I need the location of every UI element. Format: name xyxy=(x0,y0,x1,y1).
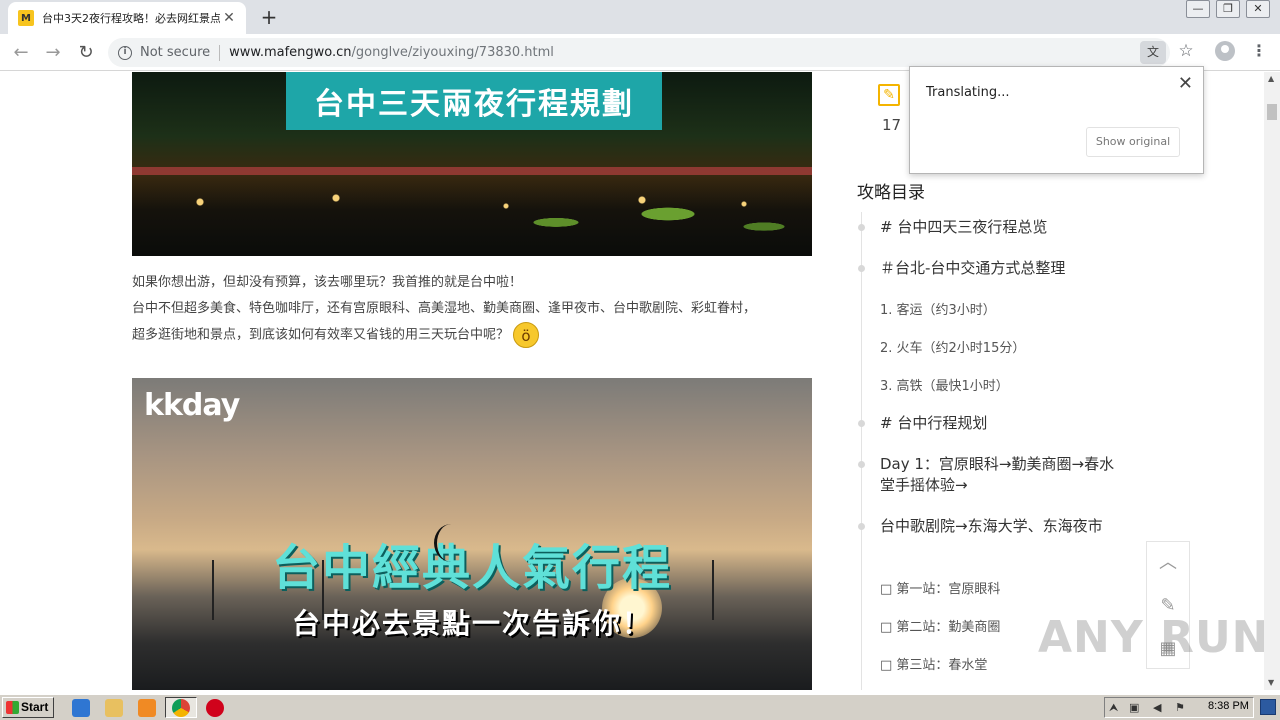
tab-close-icon[interactable]: ✕ xyxy=(220,9,238,27)
start-button[interactable]: Start xyxy=(2,697,54,718)
edit-count: 17 xyxy=(882,116,902,134)
windows-logo-icon xyxy=(6,701,19,714)
info-icon[interactable]: i xyxy=(118,45,132,60)
media-player-icon[interactable] xyxy=(138,699,156,717)
chrome-taskbar-button[interactable] xyxy=(165,697,197,718)
toc-item[interactable]: # 台中行程规划 xyxy=(880,413,1120,434)
url-path: /gonglve/ziyouxing/73830.html xyxy=(351,45,554,60)
toc-item[interactable]: Day 1：宫原眼科→勤美商圈→春水堂手摇体验→ xyxy=(880,454,1120,496)
internet-explorer-icon[interactable] xyxy=(72,699,90,717)
mafengwo-favicon-icon: M xyxy=(18,10,34,26)
new-tab-button[interactable]: + xyxy=(256,6,282,30)
chrome-icon xyxy=(172,699,190,717)
windows-taskbar: Start ⮝ ▣ ◀ ⚑ 8:38 PM xyxy=(0,694,1280,720)
toc-title: 攻略目录 xyxy=(857,183,925,203)
minimize-button[interactable]: — xyxy=(1186,0,1210,18)
anyrun-watermark: ANY RUN xyxy=(1038,612,1270,663)
hero-trees-decoration xyxy=(492,172,812,256)
toc-bullet-icon xyxy=(858,265,865,272)
volume-icon[interactable]: ◀ xyxy=(1153,701,1161,714)
browser-tab-active[interactable]: M 台中3天2夜行程攻略！必去网红景点 ✕ xyxy=(8,2,246,34)
close-window-button[interactable]: ✕ xyxy=(1246,0,1270,18)
toc-bullet-icon xyxy=(858,523,865,530)
article-hero-image-sunset: kkday 台中經典人氣行程 台中必去景點一次告訴你！ xyxy=(132,378,812,690)
hero-banner-text: 台中三天兩夜行程規劃 xyxy=(286,72,662,130)
flag-icon[interactable]: ⚑ xyxy=(1175,701,1185,714)
show-original-button[interactable]: Show original xyxy=(1086,127,1180,157)
show-desktop-icon[interactable] xyxy=(1260,699,1276,715)
scroll-down-arrow-icon[interactable]: ▼ xyxy=(1268,678,1274,687)
article-hero-image-night-park: 台中三天兩夜行程規劃 xyxy=(132,72,812,256)
restore-button[interactable]: ❐ xyxy=(1216,0,1240,18)
tray-expand-icon[interactable]: ⮝ xyxy=(1109,701,1118,715)
scrollbar-thumb[interactable] xyxy=(1267,104,1277,120)
intro-paragraph-line3-text: 超多逛街地和景点，到底该如何有效率又省钱的用三天玩台中呢？ xyxy=(132,327,510,343)
taskbar-clock[interactable]: 8:38 PM xyxy=(1208,700,1249,712)
network-icon[interactable]: ▣ xyxy=(1129,701,1139,714)
omnibox-divider xyxy=(219,44,221,61)
toc-item[interactable]: 2. 火车（约2小时15分） xyxy=(880,337,1120,356)
toc-timeline xyxy=(861,212,862,690)
translate-status: Translating... xyxy=(926,85,1010,100)
intro-paragraph-line1: 如果你想出游，但却没有预算，该去哪里玩？我首推的就是台中啦！ xyxy=(132,275,523,290)
tab-strip: M 台中3天2夜行程攻略！必去网红景点 ✕ + — ❐ ✕ xyxy=(0,0,1280,34)
translate-popup: Translating... ✕ Show original xyxy=(909,66,1204,174)
toc-bullet-icon xyxy=(858,420,865,427)
folder-icon[interactable] xyxy=(105,699,123,717)
toc-bullet-icon xyxy=(858,224,865,231)
address-bar[interactable]: i Not secure www.mafengwo.cn/gonglve/ziy… xyxy=(108,38,1170,67)
scroll-up-arrow-icon[interactable]: ▲ xyxy=(1268,74,1274,83)
hero2-subtitle: 台中必去景點一次告訴你！ xyxy=(291,607,652,640)
hero2-title: 台中經典人氣行程 xyxy=(271,540,672,596)
profile-avatar-icon[interactable] xyxy=(1215,41,1235,61)
toc-item[interactable]: # 台中四天三夜行程总览 xyxy=(880,217,1120,238)
tab-title: 台中3天2夜行程攻略！必去网红景点 xyxy=(42,12,220,25)
back-arrow-icon[interactable]: ← xyxy=(8,40,34,66)
alert-app-icon[interactable] xyxy=(206,699,224,717)
page-scrollbar[interactable] xyxy=(1264,72,1280,690)
security-label[interactable]: Not secure xyxy=(140,45,210,60)
edit-note-icon[interactable]: ✎ xyxy=(878,84,900,106)
start-label: Start xyxy=(21,700,49,714)
intro-paragraph-line2: 台中不但超多美食、特色咖啡厅，还有宫原眼科、高美湿地、勤美商圈、逢甲夜市、台中歌… xyxy=(132,301,757,316)
toc-item[interactable]: □ 第一站：宫原眼科 xyxy=(880,578,1120,597)
window-controls: — ❐ ✕ xyxy=(1186,0,1270,18)
loading-spinner-icon xyxy=(434,524,468,562)
toc-item[interactable]: 3. 高铁（最快1小时） xyxy=(880,375,1120,394)
bookmark-star-icon[interactable]: ☆ xyxy=(1175,40,1197,62)
toc-item[interactable]: 1. 客运（约3小时） xyxy=(880,299,1120,318)
intro-paragraph-line3: 超多逛街地和景点，到底该如何有效率又省钱的用三天玩台中呢？ ö xyxy=(132,322,822,349)
scroll-top-chevron-icon[interactable]: ︿ xyxy=(1147,542,1189,584)
url-host: www.mafengwo.cn xyxy=(229,45,352,60)
toc-item[interactable]: ＃台北-台中交通方式总整理 xyxy=(880,258,1120,279)
toc-item[interactable]: 台中歌剧院→东海大学、东海夜市 xyxy=(880,516,1120,537)
toc-bullet-icon xyxy=(858,461,865,468)
close-icon[interactable]: ✕ xyxy=(1178,73,1193,94)
laughing-emoji-icon: ö xyxy=(513,322,540,348)
kkday-logo: kkday xyxy=(144,388,240,423)
reload-icon[interactable]: ↻ xyxy=(73,40,99,66)
forward-arrow-icon[interactable]: → xyxy=(40,40,66,66)
translate-icon[interactable]: 文 xyxy=(1140,41,1166,64)
browser-menu-icon[interactable]: ⋮ xyxy=(1250,40,1268,62)
